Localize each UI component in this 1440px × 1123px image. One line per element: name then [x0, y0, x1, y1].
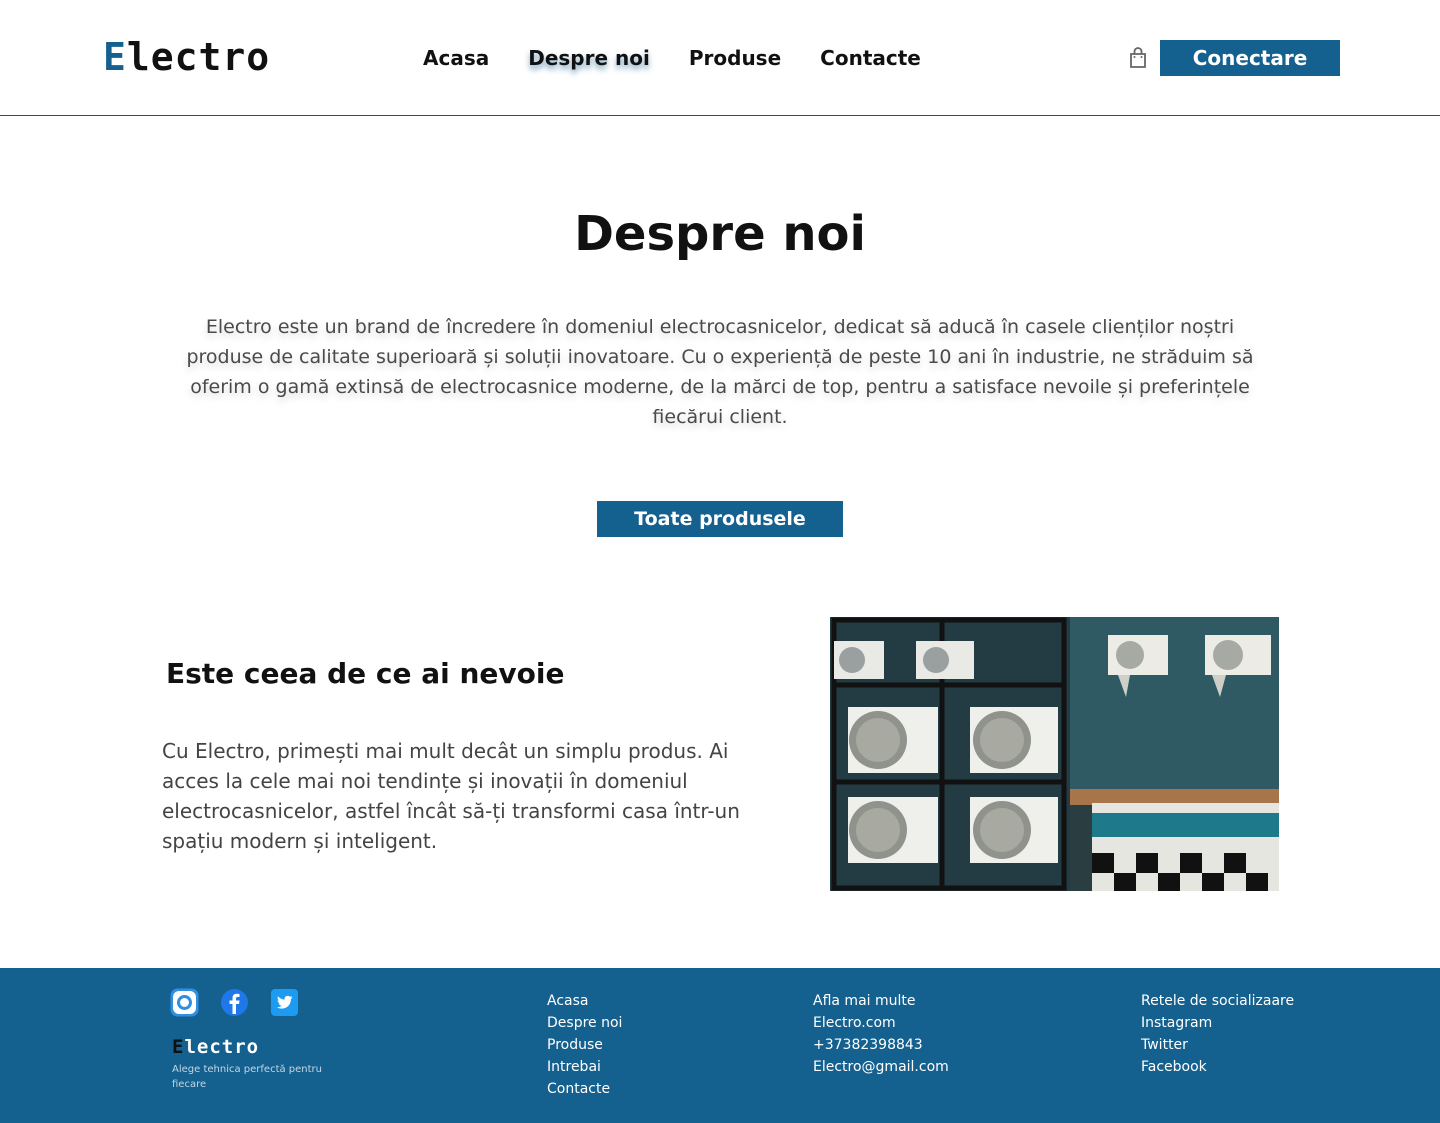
footer-logo-initial: E	[172, 1036, 185, 1058]
footer-website[interactable]: Electro.com	[813, 1012, 949, 1034]
logo-initial: E	[103, 35, 127, 79]
footer-link-acasa[interactable]: Acasa	[547, 990, 622, 1012]
logo-text: lectro	[126, 35, 271, 79]
footer-info: Afla mai multe Electro.com +37382398843 …	[813, 990, 949, 1078]
site-header: Electro Acasa Despre noi Produse Contact…	[0, 0, 1440, 116]
footer-link-twitter[interactable]: Twitter	[1141, 1034, 1294, 1056]
footer-link-facebook[interactable]: Facebook	[1141, 1056, 1294, 1078]
footer-link-intrebai[interactable]: Intrebai	[547, 1056, 622, 1078]
nav-contacte[interactable]: Contacte	[820, 44, 921, 72]
about-paragraph: Electro este un brand de încredere în do…	[186, 316, 1254, 428]
login-button[interactable]: Conectare	[1160, 40, 1340, 76]
footer-social-links: Retele de socializaare Instagram Twitter…	[1141, 990, 1294, 1078]
footer-logo-text: lectro	[184, 1036, 260, 1058]
nav-acasa[interactable]: Acasa	[423, 44, 489, 72]
nav-produse[interactable]: Produse	[689, 44, 781, 72]
air-conditioners-photo	[830, 617, 1279, 891]
footer-email[interactable]: Electro@gmail.com	[813, 1056, 949, 1078]
nav-despre-noi[interactable]: Despre noi	[528, 44, 650, 72]
logo[interactable]: Electro	[103, 38, 270, 76]
footer-link-despre-noi[interactable]: Despre noi	[547, 1012, 622, 1034]
cart-icon[interactable]	[1128, 47, 1148, 69]
main-nav: Acasa Despre noi Produse Contacte	[423, 44, 921, 72]
footer-link-contacte[interactable]: Contacte	[547, 1078, 622, 1100]
footer-logo[interactable]: Electro	[172, 1037, 259, 1057]
footer-info-heading: Afla mai multe	[813, 993, 916, 1009]
feature-paragraph: Cu Electro, primești mai mult decât un s…	[162, 739, 740, 853]
footer-link-instagram[interactable]: Instagram	[1141, 1012, 1294, 1034]
instagram-icon[interactable]	[170, 988, 199, 1017]
site-footer: Electro Alege tehnica perfectă pentru fi…	[0, 968, 1440, 1123]
twitter-icon[interactable]	[270, 988, 299, 1017]
footer-link-produse[interactable]: Produse	[547, 1034, 622, 1056]
all-products-button[interactable]: Toate produsele	[597, 501, 843, 537]
page-title: Despre noi	[574, 206, 866, 262]
facebook-icon[interactable]	[220, 988, 249, 1017]
feature-title: Este ceea de ce ai nevoie	[166, 657, 565, 690]
footer-nav: Acasa Despre noi Produse Intrebai Contac…	[547, 990, 622, 1100]
footer-social-heading: Retele de socializaare	[1141, 993, 1295, 1009]
social-icons	[170, 988, 299, 1017]
footer-tagline: Alege tehnica perfectă pentru fiecare	[172, 1064, 322, 1090]
footer-phone[interactable]: +37382398843	[813, 1034, 949, 1056]
